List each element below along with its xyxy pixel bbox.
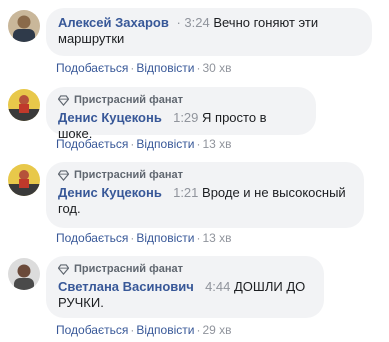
- comment: Пристрасний фанат Денис Куцеконь 1:21 Вр…: [8, 162, 383, 252]
- diamond-icon: [58, 170, 69, 181]
- author-name[interactable]: Денис Куцеконь: [58, 185, 162, 200]
- timestamp: 1:29: [173, 110, 199, 125]
- avatar[interactable]: [8, 258, 40, 290]
- fan-badge: Пристрасний фанат: [58, 94, 304, 107]
- author-name[interactable]: Светлана Васинович: [58, 279, 194, 294]
- comment-age: 13 хв: [202, 231, 232, 245]
- fan-badge: Пристрасний фанат: [58, 169, 352, 182]
- comment-bubble: Пристрасний фанат Денис Куцеконь 1:29 Я …: [46, 87, 316, 141]
- like-link[interactable]: Подобається: [56, 323, 128, 337]
- reply-link[interactable]: Відповісти: [136, 231, 194, 245]
- comment-age: 13 хв: [202, 137, 232, 151]
- comment-age: 30 хв: [202, 61, 232, 75]
- diamond-icon: [58, 264, 69, 275]
- reply-link[interactable]: Відповісти: [136, 323, 194, 337]
- comment: Пристрасний фанат Денис Куцеконь 1:29 Я …: [8, 87, 383, 157]
- comment-actions: Подобається · Відповісти · 13 хв: [56, 231, 232, 245]
- comment: Алексей Захаров · 3:24 Вечно гоняют эти …: [8, 8, 383, 78]
- comment-actions: Подобається · Відповісти · 30 хв: [56, 61, 232, 75]
- diamond-icon: [58, 95, 69, 106]
- avatar[interactable]: [8, 10, 40, 42]
- comment-bubble: Пристрасний фанат Денис Куцеконь 1:21 Вр…: [46, 162, 364, 228]
- reply-link[interactable]: Відповісти: [136, 137, 194, 151]
- comment-actions: Подобається · Відповісти · 13 хв: [56, 137, 232, 151]
- comment: Пристрасний фанат Светлана Васинович 4:4…: [8, 256, 383, 342]
- timestamp: 1:21: [173, 185, 199, 200]
- comment-age: 29 хв: [202, 323, 232, 337]
- timestamp: · 3:24: [176, 15, 210, 30]
- timestamp: 4:44: [205, 279, 231, 294]
- like-link[interactable]: Подобається: [56, 137, 128, 151]
- comment-bubble: Пристрасний фанат Светлана Васинович 4:4…: [46, 256, 324, 318]
- author-name[interactable]: Денис Куцеконь: [58, 110, 162, 125]
- like-link[interactable]: Подобається: [56, 231, 128, 245]
- reply-link[interactable]: Відповісти: [136, 61, 194, 75]
- comment-bubble: Алексей Захаров · 3:24 Вечно гоняют эти …: [46, 8, 372, 56]
- like-link[interactable]: Подобається: [56, 61, 128, 75]
- avatar[interactable]: [8, 89, 40, 121]
- comment-actions: Подобається · Відповісти · 29 хв: [56, 323, 232, 337]
- fan-badge: Пристрасний фанат: [58, 263, 312, 276]
- avatar[interactable]: [8, 164, 40, 196]
- author-name[interactable]: Алексей Захаров: [58, 15, 169, 30]
